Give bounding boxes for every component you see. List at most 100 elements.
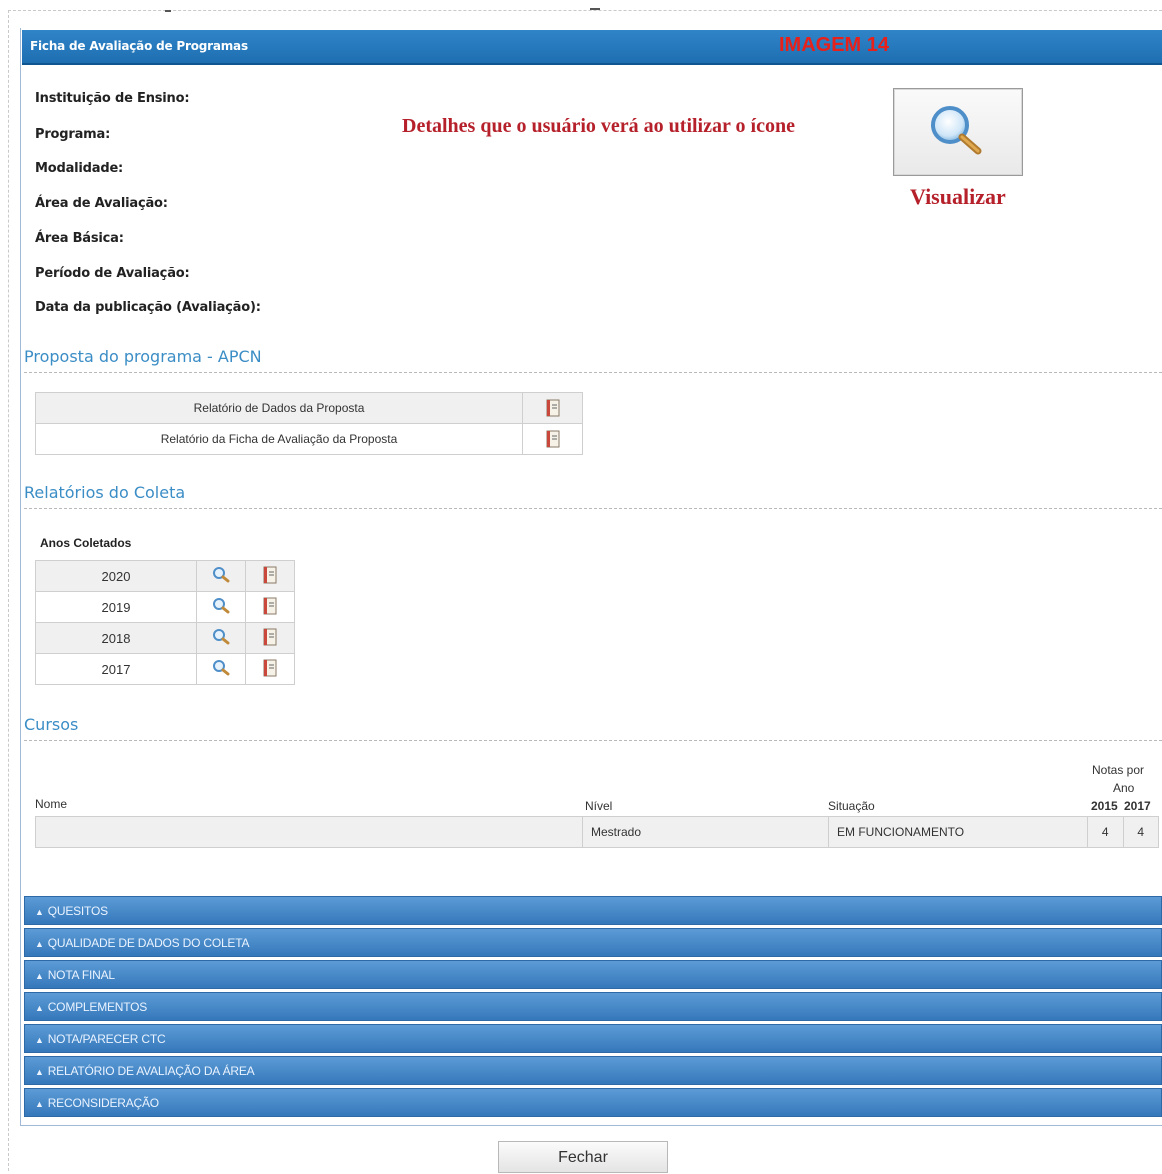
year-cell: 2018 xyxy=(35,622,197,654)
annotation-visualizar-label: Visualizar xyxy=(910,184,1006,209)
accordion-qualidade-dados[interactable]: ▲ QUALIDADE DE DADOS DO COLETA xyxy=(24,928,1162,957)
years-label: Anos Coletados xyxy=(40,536,132,550)
chevron-up-icon: ▲ xyxy=(35,1035,44,1045)
section-divider xyxy=(24,372,1162,373)
table-row: 2019 xyxy=(35,591,295,623)
accordion-label: QUALIDADE DE DADOS DO COLETA xyxy=(47,936,250,950)
accordion-complementos[interactable]: ▲ COMPLEMENTOS xyxy=(24,992,1162,1021)
section-divider xyxy=(24,508,1162,509)
info-label-area-avaliacao: Área de Avaliação: xyxy=(35,196,168,211)
accordion-label: NOTA/PARECER CTC xyxy=(47,1032,166,1046)
table-row: Relatório da Ficha de Avaliação da Propo… xyxy=(35,423,583,455)
chevron-up-icon: ▲ xyxy=(35,1003,44,1013)
accordion-label-wrap: ▲ COMPLEMENTOS xyxy=(35,1000,147,1014)
report-year-cell[interactable] xyxy=(245,653,295,685)
info-label-data-publicacao: Data da publicação (Avaliação): xyxy=(35,300,261,315)
table-row: 2017 xyxy=(35,653,295,685)
table-row: Mestrado EM FUNCIONAMENTO 4 4 xyxy=(35,816,1159,848)
accordion-label: RECONSIDERAÇÃO xyxy=(47,1096,159,1110)
search-icon[interactable] xyxy=(211,566,231,584)
chevron-up-icon: ▲ xyxy=(35,971,44,981)
course-name-cell xyxy=(35,816,583,848)
info-label-modalidade: Modalidade: xyxy=(35,161,124,176)
accordion-label: RELATÓRIO DE AVALIAÇÃO DA ÁREA xyxy=(47,1064,255,1078)
top-edge-mark xyxy=(590,4,600,10)
proposta-table: Relatório de Dados da Proposta Relatório… xyxy=(35,392,583,455)
accordion-label-wrap: ▲ QUALIDADE DE DADOS DO COLETA xyxy=(35,936,249,950)
view-year-cell[interactable] xyxy=(196,560,246,592)
accordion-nota-parecer-ctc[interactable]: ▲ NOTA/PARECER CTC xyxy=(24,1024,1162,1053)
accordion-label-wrap: ▲ QUESITOS xyxy=(35,904,108,918)
column-header-notas-ano: Ano xyxy=(1113,781,1135,795)
section-title-coleta: Relatórios do Coleta xyxy=(24,483,186,502)
accordion-reconsideracao[interactable]: ▲ RECONSIDERAÇÃO xyxy=(24,1088,1162,1117)
column-header-year: 2017 xyxy=(1124,799,1151,813)
annotation-details-text: Detalhes que o usuário verá ao utilizar … xyxy=(402,115,795,137)
image-tag-label: IMAGEM 14 xyxy=(779,34,890,56)
proposta-report-label: Relatório da Ficha de Avaliação da Propo… xyxy=(35,423,523,455)
proposta-report-icon-cell[interactable] xyxy=(522,423,583,455)
accordion-label-wrap: ▲ NOTA FINAL xyxy=(35,968,115,982)
report-icon[interactable] xyxy=(263,597,277,615)
section-divider xyxy=(24,740,1162,741)
chevron-up-icon: ▲ xyxy=(35,1067,44,1077)
report-icon[interactable] xyxy=(263,659,277,677)
proposta-report-icon-cell[interactable] xyxy=(522,392,583,424)
report-year-cell[interactable] xyxy=(245,560,295,592)
section-title-proposta: Proposta do programa - APCN xyxy=(24,347,262,366)
search-icon[interactable] xyxy=(211,628,231,646)
chevron-up-icon: ▲ xyxy=(35,939,44,949)
section-title-cursos: Cursos xyxy=(24,715,79,734)
accordion-label: COMPLEMENTOS xyxy=(47,1000,148,1014)
view-year-cell[interactable] xyxy=(196,622,246,654)
report-icon[interactable] xyxy=(263,628,277,646)
years-table: 2020 2019 2018 2017 xyxy=(35,560,295,685)
visualizar-icon-box xyxy=(893,88,1023,176)
course-grade-cell: 4 xyxy=(1087,816,1124,848)
column-header-notas: Notas por xyxy=(1092,763,1145,777)
search-icon[interactable] xyxy=(211,659,231,677)
chevron-up-icon: ▲ xyxy=(35,1099,44,1109)
report-icon[interactable] xyxy=(263,566,277,584)
proposta-report-label: Relatório de Dados da Proposta xyxy=(35,392,523,424)
column-header-year: 2015 xyxy=(1091,799,1118,813)
course-level-cell: Mestrado xyxy=(582,816,829,848)
column-header-nivel: Nível xyxy=(585,799,613,813)
year-cell: 2020 xyxy=(35,560,197,592)
top-edge-mark xyxy=(165,6,171,12)
report-year-cell[interactable] xyxy=(245,622,295,654)
year-cell: 2019 xyxy=(35,591,197,623)
table-row: 2020 xyxy=(35,560,295,592)
chevron-up-icon: ▲ xyxy=(35,907,44,917)
magnifier-icon xyxy=(931,106,982,155)
table-row: 2018 xyxy=(35,622,295,654)
accordion-label-wrap: ▲ RELATÓRIO DE AVALIAÇÃO DA ÁREA xyxy=(35,1064,255,1078)
search-icon[interactable] xyxy=(211,597,231,615)
info-label-programa: Programa: xyxy=(35,127,111,142)
accordion-label-wrap: ▲ RECONSIDERAÇÃO xyxy=(35,1096,159,1110)
column-header-nome: Nome xyxy=(35,797,68,811)
accordion-label-wrap: ▲ NOTA/PARECER CTC xyxy=(35,1032,166,1046)
course-status-cell: EM FUNCIONAMENTO xyxy=(828,816,1088,848)
year-cell: 2017 xyxy=(35,653,197,685)
accordion-quesitos[interactable]: ▲ QUESITOS xyxy=(24,896,1162,925)
accordion-relatorio-area[interactable]: ▲ RELATÓRIO DE AVALIAÇÃO DA ÁREA xyxy=(24,1056,1162,1085)
view-year-cell[interactable] xyxy=(196,653,246,685)
panel-title: Ficha de Avaliação de Programas xyxy=(30,39,248,53)
accordion-label: NOTA FINAL xyxy=(47,968,115,982)
column-header-situacao: Situação xyxy=(828,799,875,813)
table-row: Relatório de Dados da Proposta xyxy=(35,392,583,424)
report-icon[interactable] xyxy=(546,430,560,448)
panel-title-bar: Ficha de Avaliação de Programas IMAGEM 1… xyxy=(22,30,1162,65)
accordion-nota-final[interactable]: ▲ NOTA FINAL xyxy=(24,960,1162,989)
courses-table: Mestrado EM FUNCIONAMENTO 4 4 xyxy=(35,816,1159,848)
info-label-instituicao: Instituição de Ensino: xyxy=(35,91,190,106)
accordion-label: QUESITOS xyxy=(47,904,108,918)
view-year-cell[interactable] xyxy=(196,591,246,623)
course-grade-cell: 4 xyxy=(1122,816,1159,848)
info-label-periodo: Período de Avaliação: xyxy=(35,266,190,281)
close-button[interactable]: Fechar xyxy=(498,1141,668,1173)
report-icon[interactable] xyxy=(546,399,560,417)
info-label-area-basica: Área Básica: xyxy=(35,231,124,246)
report-year-cell[interactable] xyxy=(245,591,295,623)
